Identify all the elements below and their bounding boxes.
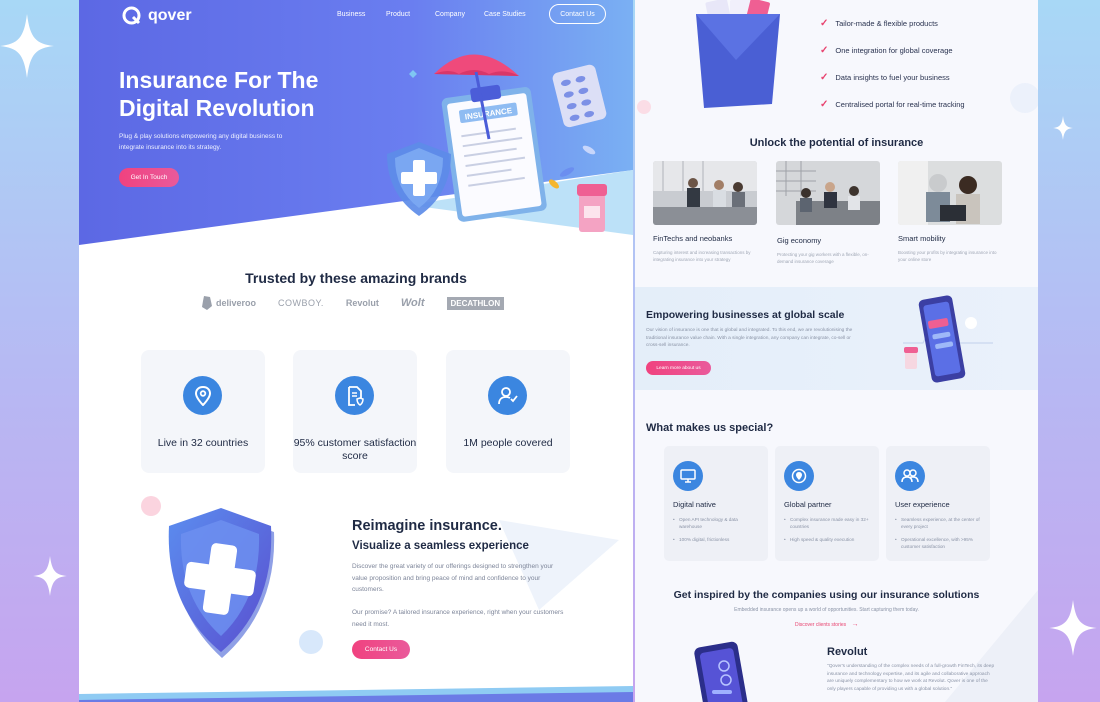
- decorative-dot: [637, 100, 651, 114]
- feature-bullet: High speed & quality execution: [784, 536, 872, 543]
- brand-logo-revolut: Revolut: [345, 298, 379, 308]
- decorative-dot: [141, 496, 161, 516]
- document-folder-illustration: [696, 0, 780, 108]
- stat-label: 1M people covered: [463, 437, 553, 449]
- sparkle-icon: [1049, 600, 1097, 656]
- sparkle-icon: [33, 556, 67, 596]
- checklist-item: ✓ Data insights to fuel your business: [820, 72, 950, 83]
- case-study-quote: "Qover's understanding of the complex ne…: [827, 664, 995, 692]
- learn-more-button[interactable]: Learn more about us: [646, 361, 711, 375]
- discover-stories-link[interactable]: Discover clients stories →: [795, 621, 859, 628]
- feature-title: Global partner: [784, 500, 832, 509]
- stat-card-countries: Live in 32 countries: [141, 350, 265, 473]
- check-icon: ✓: [820, 99, 829, 110]
- nav-link-case-studies[interactable]: Case Studies: [484, 11, 526, 18]
- checklist-item: ✓ One integration for global coverage: [820, 45, 953, 56]
- checklist-item: ✓ Centralised portal for real-time tracki…: [820, 99, 965, 110]
- feature-card-digital-native: Digital native Open API technology & dat…: [664, 446, 768, 561]
- stat-card-people: 1M people covered: [446, 350, 570, 473]
- nav-contact-button[interactable]: Contact Us: [549, 4, 606, 24]
- hero-section: qover Business Product Company Case Stud…: [79, 0, 633, 250]
- sparkle-icon: [0, 14, 54, 78]
- nav-link-product[interactable]: Product: [386, 11, 410, 18]
- feature-bullet: Operational excellence, with >95% custom…: [895, 536, 983, 550]
- document-shield-icon: [335, 376, 374, 415]
- unlock-heading: Unlock the potential of insurance: [749, 137, 924, 149]
- reimagine-title: Reimagine insurance.: [352, 518, 502, 534]
- check-icon: ✓: [820, 45, 829, 56]
- unlock-item-title[interactable]: FinTechs and neobanks: [653, 234, 732, 243]
- photo-gig-economy[interactable]: [776, 161, 880, 225]
- nav-link-business[interactable]: Business: [337, 11, 365, 18]
- brand-logo-cowboy: COWBOY.: [278, 298, 324, 308]
- nav-link-company[interactable]: Company: [435, 11, 465, 18]
- deliveroo-kangaroo-icon: [202, 296, 212, 310]
- insurance-illustration: INSURANCE: [387, 54, 607, 238]
- arrow-right-icon: →: [851, 621, 859, 628]
- shield-illustration: [168, 508, 275, 658]
- empower-title: Empowering businesses at global scale: [646, 309, 845, 321]
- case-study-title: Revolut: [827, 646, 868, 658]
- unlock-item-desc: Boosting your profits by integrating ins…: [898, 250, 997, 262]
- reimagine-paragraph: Discover the great variety of our offeri…: [352, 563, 554, 593]
- photo-fintech[interactable]: [653, 161, 757, 225]
- monitor-icon: [673, 461, 703, 491]
- revolut-phone-illustration: [694, 641, 750, 702]
- reimagine-subtitle: Visualize a seamless experience: [352, 540, 529, 552]
- homepage-right-panel: ✓ Tailor-made & flexible products ✓ One in…: [635, 0, 1038, 702]
- stat-label: 95% customer satisfaction score: [293, 437, 417, 462]
- location-pin-icon: [183, 376, 222, 415]
- brand-logo-wolt: Wolt: [400, 297, 425, 309]
- decorative-dot: [299, 630, 323, 654]
- phone-health-illustration: [903, 295, 993, 383]
- user-check-icon: [488, 376, 527, 415]
- feature-bullet: Seamless experience, at the center of ev…: [895, 516, 983, 530]
- brand-name: qover: [148, 6, 192, 24]
- feature-checklist: ✓ Tailor-made & flexible products ✓ One in…: [820, 10, 965, 118]
- feature-title: User experience: [895, 500, 950, 509]
- empower-description: Our vision of insurance is one that is g…: [646, 328, 853, 348]
- feature-title: Digital native: [673, 500, 716, 509]
- globe-pin-icon: [784, 461, 814, 491]
- unlock-item-title[interactable]: Gig economy: [777, 236, 821, 245]
- special-heading: What makes us special?: [646, 422, 774, 434]
- feature-bullet: 100% digital, frictionless: [673, 536, 761, 543]
- unlock-item-desc: Capturing interest and increasing transa…: [653, 250, 751, 262]
- stat-label: Live in 32 countries: [157, 437, 249, 449]
- brand-logos: deliveroo COWBOY. Revolut Wolt DECATHLON: [201, 296, 505, 310]
- brand-logo-decathlon: DECATHLON: [446, 296, 505, 310]
- qover-logo-icon: [122, 6, 141, 25]
- brands-heading: Trusted by these amazing brands: [245, 270, 467, 286]
- reimagine-paragraph: Our promise? A tailored insurance experi…: [352, 609, 564, 628]
- checklist-item: ✓ Tailor-made & flexible products: [820, 18, 938, 29]
- unlock-item-desc: Protecting your gig workers with a flexi…: [777, 252, 869, 264]
- users-icon: [895, 461, 925, 491]
- sparkle-icon: [1052, 116, 1074, 140]
- check-icon: ✓: [820, 18, 829, 29]
- decorative-dot: [1010, 83, 1038, 113]
- check-icon: ✓: [820, 72, 829, 83]
- inspired-subtitle: Embedded insurance opens up a world of o…: [734, 607, 919, 613]
- get-in-touch-button[interactable]: Get In Touch: [119, 168, 179, 187]
- feature-card-user-experience: User experience Seamless experience, at …: [886, 446, 990, 561]
- unlock-item-title[interactable]: Smart mobility: [898, 234, 946, 243]
- footer-wave: [79, 686, 633, 702]
- photo-smart-mobility[interactable]: [898, 161, 1002, 225]
- hero-subtitle: Plug & play solutions empowering any dig…: [119, 133, 283, 151]
- qover-logo[interactable]: qover: [121, 5, 192, 26]
- contact-us-button[interactable]: Contact Us: [352, 640, 410, 659]
- hero-title: Insurance For The Digital Revolution: [119, 67, 319, 121]
- inspired-heading: Get inspired by the companies using our …: [673, 589, 980, 601]
- brand-logo-deliveroo: deliveroo: [201, 296, 256, 310]
- feature-bullet: Open API technology & data warehouse: [673, 516, 761, 530]
- stat-card-satisfaction: 95% customer satisfaction score: [293, 350, 417, 473]
- empower-section: Empowering businesses at global scale Ou…: [635, 287, 1038, 390]
- feature-card-global-partner: Global partner Complex insurance made ea…: [775, 446, 879, 561]
- homepage-left-panel: qover Business Product Company Case Stud…: [79, 0, 633, 702]
- feature-bullet: Complex insurance made easy in 32+ count…: [784, 516, 872, 530]
